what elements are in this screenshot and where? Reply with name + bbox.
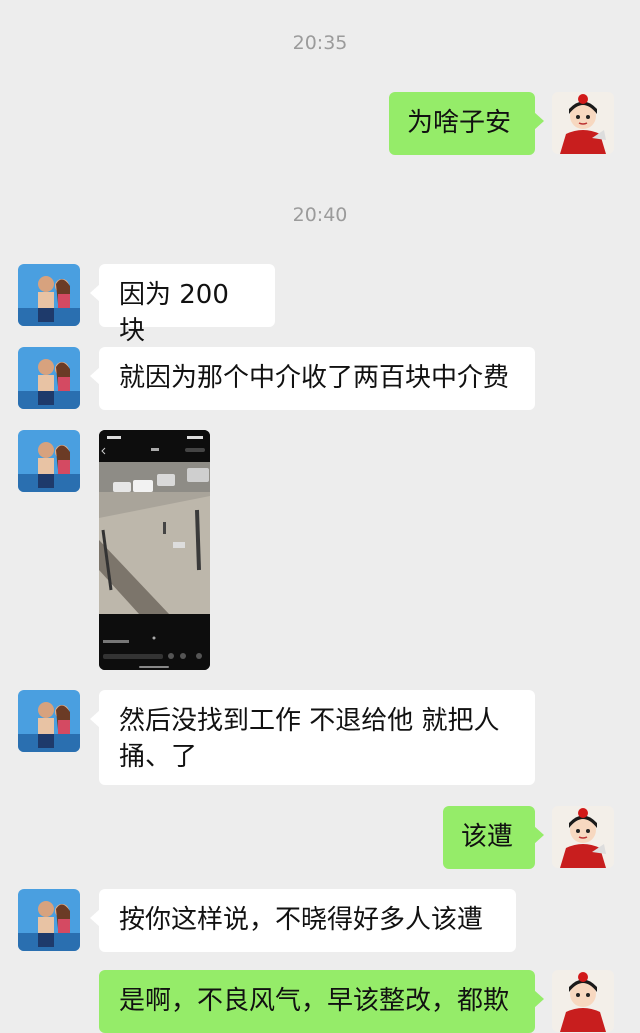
contact-message-bubble[interactable]: 然后没找到工作 不退给他 就把人捅、了 [90,690,535,785]
contact-avatar[interactable] [18,889,80,951]
my-message-bubble[interactable]: 是啊，不良风气，早该整改，都欺 [99,970,544,1033]
contact-message-bubble[interactable]: 按你这样说，不晓得好多人该遭 [90,889,516,952]
contact-message-bubble[interactable]: 因为 200 块 [90,264,275,346]
cartoon-character-avatar-icon [552,806,614,868]
cartoon-character-avatar-icon [552,970,614,1032]
cartoon-character-avatar-icon [552,92,614,154]
timestamp: 20:40 [292,204,348,226]
contact-avatar[interactable] [18,430,80,492]
person-photo-avatar-icon [18,889,80,951]
timestamp: 20:35 [292,32,348,54]
my-avatar[interactable] [552,806,614,868]
image-message[interactable] [99,430,210,670]
contact-avatar[interactable] [18,347,80,409]
my-avatar[interactable] [552,92,614,154]
person-photo-avatar-icon [18,690,80,752]
contact-avatar[interactable] [18,690,80,752]
contact-message-bubble[interactable]: 就因为那个中介收了两百块中介费 [90,347,535,410]
person-photo-avatar-icon [18,347,80,409]
contact-avatar[interactable] [18,264,80,326]
my-avatar[interactable] [552,970,614,1032]
my-message-bubble[interactable]: 该遭 [443,806,544,869]
person-photo-avatar-icon [18,264,80,326]
video-screenshot-thumbnail [99,430,210,670]
my-message-bubble[interactable]: 为啥子安 [389,92,544,155]
person-photo-avatar-icon [18,430,80,492]
